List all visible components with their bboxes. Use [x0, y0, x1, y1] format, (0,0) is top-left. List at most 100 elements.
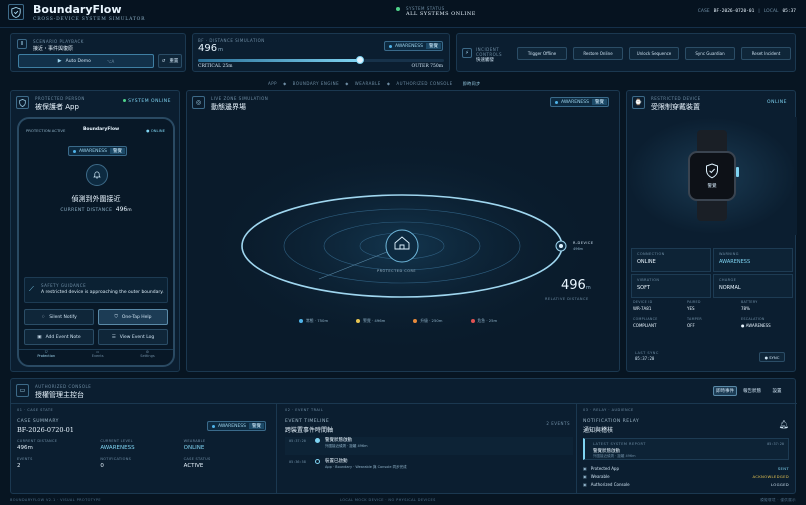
nav-dot: ◆ — [345, 81, 349, 86]
relay-row: ▣ Protected App SENT — [583, 464, 789, 472]
case-field: CURRENT DISTANCE 496m — [17, 439, 100, 451]
scenario-value: 接近・事件與復原 — [33, 46, 74, 52]
incident-controls-sub: 快速觸發 — [476, 58, 494, 63]
zone-distance-value: 496 — [561, 278, 586, 293]
timeline-time: 05:36:58 — [289, 460, 306, 464]
tab-events-label: Events — [91, 354, 104, 358]
sync-guardian-button[interactable]: Sync Guardian — [685, 47, 735, 60]
chip-sub: 警覺 — [110, 148, 126, 154]
channel-nav: APP ◆ BOUNDARY ENGINE ◆ WEARABLE ◆ AUTHORIZ… — [268, 81, 481, 87]
chip-dot — [388, 44, 392, 48]
system-online-badge: SYSTEM ONLINE — [123, 99, 171, 104]
watch-shield-icon — [706, 163, 718, 179]
device-meta-value: ● AWARENESS — [741, 323, 771, 328]
relay-row: ▣ Wearable ACKNOWLEDGED — [583, 472, 789, 480]
case-field-value: 496m — [17, 445, 33, 451]
legend-dot — [299, 319, 303, 323]
legend-dot — [356, 319, 361, 323]
zone-distance-label: RELATIVE DISTANCE — [545, 297, 589, 301]
play-icon: II — [17, 39, 27, 49]
tab-protection[interactable]: ⛉ Protection — [37, 350, 55, 365]
case-fields: CURRENT DISTANCE 496m CURRENT LEVEL AWARENE… — [17, 439, 267, 469]
view-event-log-label: View Event Log — [119, 334, 155, 340]
unlock-sequence-button[interactable]: Unlock Sequence — [629, 47, 679, 60]
device-meta-value: YES — [687, 306, 695, 311]
channel-boundary[interactable]: BOUNDARY ENGINE — [293, 81, 340, 87]
tab-protection-label: Protection — [37, 354, 56, 358]
legend-item: 危急 · 25m — [470, 318, 498, 324]
tab-settings[interactable]: ⚙ Settings — [140, 350, 154, 365]
zone-panel: ◎ LIVE ZONE SIMULATION 動態邊界場 AWARENESS 警… — [186, 90, 620, 372]
case-field: WEARABLE ONLINE — [184, 439, 267, 451]
relay-channel-name: Authorized Console — [590, 481, 630, 487]
tab-console-settings[interactable]: 設置 — [767, 386, 787, 396]
channel-wearable[interactable]: WEARABLE — [355, 81, 381, 87]
timeline-dot — [315, 459, 320, 464]
latest-report-desc: 外圍接近偵測 · 距離 496m — [593, 454, 636, 458]
relay-bell-icon[interactable]: 🔔︎ — [779, 420, 789, 429]
compass-icon: ⟋ — [29, 285, 34, 293]
relay-title: 通知與稽核 — [583, 427, 614, 434]
case-field-value: 0 — [100, 463, 104, 469]
brand-subtitle: CROSS-DEVICE SYSTEM SIMULATOR — [33, 17, 146, 22]
relay-channel-status: ACKNOWLEDGED — [752, 473, 789, 479]
reset-incident-button[interactable]: Reset Incident — [741, 47, 791, 60]
device-meta-value: OFF — [687, 323, 695, 328]
online-dot — [123, 99, 127, 102]
log-icon: ☰ — [111, 334, 116, 340]
device-stat-key: WARNING — [719, 252, 739, 256]
boundary-field — [202, 136, 602, 356]
restricted-device-core — [559, 244, 563, 248]
channel-app[interactable]: APP — [268, 81, 277, 87]
view-event-log-button[interactable]: ☰ View Event Log — [98, 329, 168, 345]
device-stat-cell: WARNING AWARENESS — [713, 248, 793, 272]
distance-slider-handle[interactable] — [356, 56, 365, 64]
reset-button[interactable]: ↺ 重置 — [158, 54, 182, 68]
channel-console[interactable]: AUTHORIZED CONSOLE — [396, 81, 452, 87]
silent-notify-button[interactable]: ♢ Silent Notify — [24, 309, 94, 325]
phone-protection-tag: PROTECTION ACTIVE — [26, 128, 66, 133]
tab-report-status[interactable]: 報告狀態 — [740, 386, 764, 396]
system-status: SYSTEM STATUS ALL SYSTEMS ONLINE — [396, 6, 476, 17]
device-stat-value: AWARENESS — [719, 259, 751, 265]
timeline-row[interactable]: 05:36:58 裝置已啟動 App · Boundary · Wearable 與… — [285, 458, 573, 476]
logo-shield-icon — [8, 4, 24, 20]
case-field: CASE STATUS ACTIVE — [184, 457, 267, 469]
distance-slider[interactable] — [198, 56, 444, 64]
relay-row: ▣ Authorized Console LOGGED — [583, 480, 789, 488]
legend-label: 常態 · 750m — [306, 318, 329, 323]
legend-dot — [470, 319, 475, 323]
legend-label: 危急 · 25m — [477, 318, 498, 323]
phone-online: ● ONLINE — [146, 128, 165, 133]
device-stat-key: CONNECTION — [637, 252, 665, 256]
auto-demo-button[interactable]: ▶ Auto Demo ⌥A — [18, 54, 154, 68]
timeline-title: 裝置已啟動 — [325, 459, 348, 464]
distance-sim-number: 496 — [198, 43, 218, 54]
one-tap-help-button[interactable]: ⛉ One-Tap Help — [98, 309, 168, 325]
device-meta-key: DEVICE ID — [633, 300, 653, 304]
phone-chip: AWARENESS 警覺 — [68, 146, 128, 156]
phone-icon — [16, 96, 29, 109]
one-tap-help-label: One-Tap Help — [121, 314, 152, 320]
reset-icon: ↺ — [161, 58, 166, 64]
console-title: 授權管理主控台 — [35, 391, 84, 399]
add-event-note-button[interactable]: ▣ Add Event Note — [24, 329, 94, 345]
trigger-offline-button[interactable]: Trigger Offline — [517, 47, 567, 60]
tab-live-events[interactable]: 即時事件 — [713, 386, 737, 396]
status-dot — [396, 7, 400, 11]
chip-label: AWARENESS — [218, 423, 247, 429]
phone-distance-label: CURRENT DISTANCE — [60, 208, 113, 213]
relay-channel-icon: ▣ — [583, 481, 587, 487]
case-field-key: CURRENT LEVEL — [100, 439, 133, 443]
case-summary-label: CASE SUMMARY — [17, 419, 59, 424]
device-stat-value: SOFT — [637, 285, 650, 291]
tab-settings-label: Settings — [140, 354, 155, 358]
restricted-label: RESTRICTED DEVICE — [651, 96, 701, 101]
sync-button[interactable]: ● SYNC — [759, 352, 785, 362]
restore-online-button[interactable]: Restore Online — [573, 47, 623, 60]
timeline-row[interactable]: 05:37:20 警覺狀態啟動 外圍接近偵測 · 距離 496m — [285, 437, 573, 455]
incident-controls-label: INCIDENT CONTROLS — [476, 47, 503, 57]
device-stat-value: ONLINE — [637, 259, 656, 265]
tab-events[interactable]: ▭ Events — [92, 350, 104, 365]
incident-controls-panel: ⚡ INCIDENT CONTROLS 快速觸發 Trigger Offline… — [456, 33, 796, 72]
